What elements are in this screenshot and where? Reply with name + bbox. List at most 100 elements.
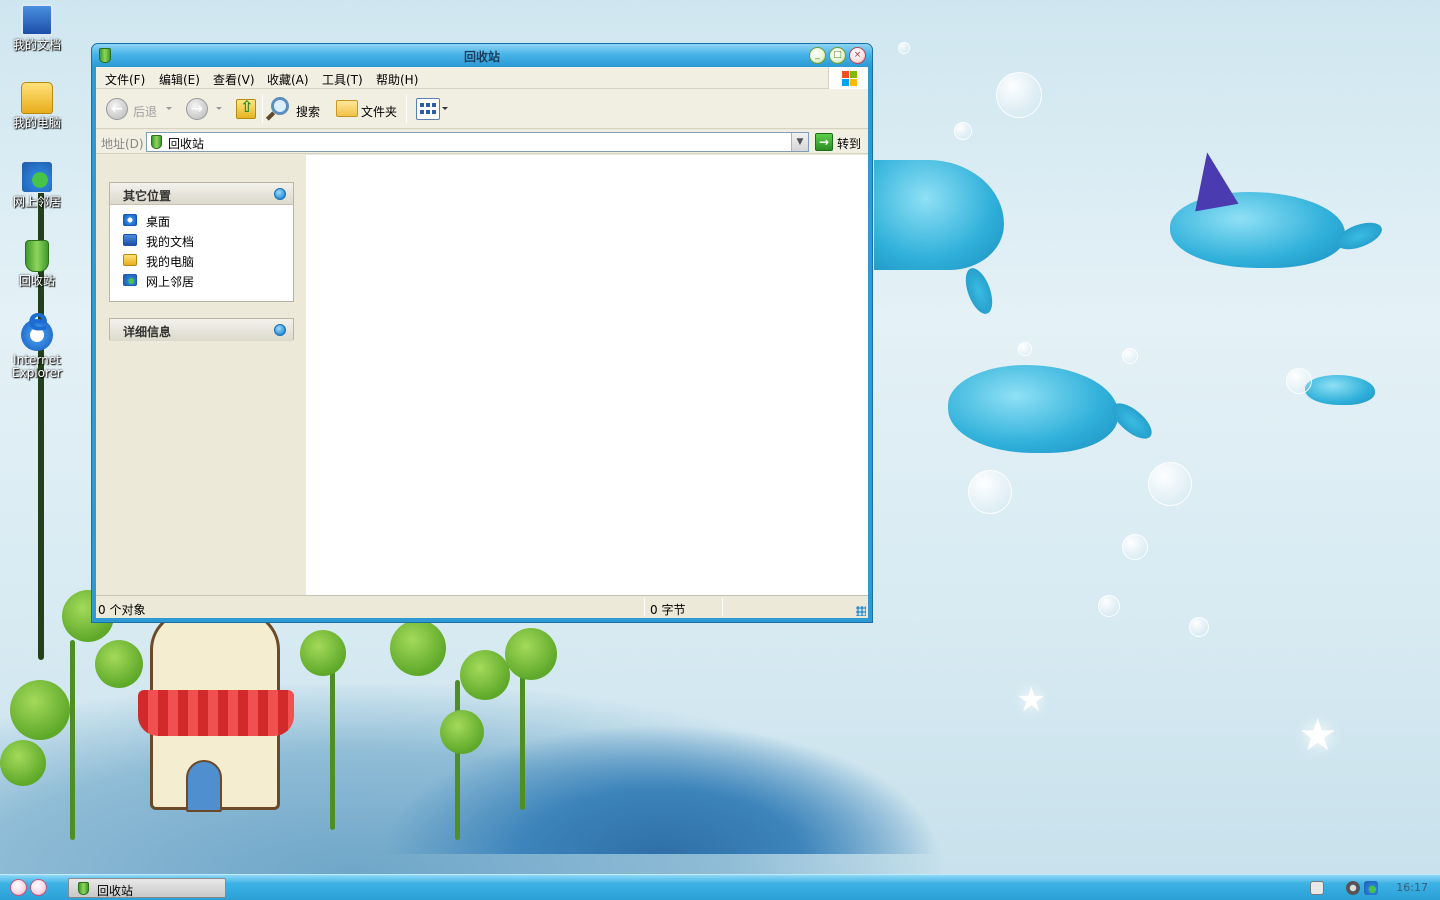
wallpaper-house-awning [138,690,294,736]
views-icon[interactable] [416,98,440,120]
folder-up-icon[interactable] [236,97,256,119]
forward-arrow-icon[interactable]: → [186,98,208,120]
taskbar: 回收站 16:17 [0,874,1440,900]
start-button[interactable] [8,879,50,897]
panel-title: 其它位置 [123,189,172,203]
wallpaper-stem [330,650,335,830]
wallpaper-clover [440,710,484,754]
back-dropdown-icon[interactable] [166,107,172,110]
wallpaper-bubble [1122,348,1138,364]
place-link-label: 我的电脑 [146,255,195,269]
window-client-area: 文件(F) 编辑(E) 查看(V) 收藏(A) 工具(T) 帮助(H) ← 后退… [96,67,868,618]
recycle-bin-icon [151,135,162,149]
views-dropdown-icon[interactable] [442,107,448,110]
collapse-icon[interactable] [274,188,286,200]
wallpaper-dolphin [1305,375,1375,405]
menu-edit[interactable]: 编辑(E) [159,71,200,88]
start-swirl-icon [30,879,47,896]
resize-grip-icon[interactable] [856,606,866,616]
wallpaper-clover [0,740,46,786]
desktop-icon-label: 我的文档 [12,38,61,52]
go-button-label[interactable]: 转到 [837,135,861,152]
place-link-label: 网上邻居 [146,275,195,289]
file-list-area[interactable] [306,155,868,595]
folders-icon[interactable] [336,100,358,117]
minimize-button[interactable]: _ [809,47,826,64]
status-bar: 0 个对象 0 字节 [96,595,868,618]
search-icon[interactable] [271,97,289,115]
back-arrow-icon[interactable]: ← [106,98,128,120]
desktop-icon-my-documents[interactable]: 我的文档 [4,4,70,52]
status-object-count: 0 个对象 [98,603,146,617]
desktop-icon-my-computer[interactable]: 我的电脑 [4,82,70,130]
computer-icon [123,254,137,266]
menu-help[interactable]: 帮助(H) [376,71,418,88]
details-header[interactable]: 详细信息 [110,319,293,341]
clock[interactable]: 16:17 [1396,881,1428,894]
address-bar: 地址(D) 回收站 ▼ → 转到 [96,130,868,154]
menu-tools[interactable]: 工具(T) [322,71,363,88]
address-label: 地址(D) [101,137,144,151]
toolbar-separator [262,95,263,123]
wallpaper-clover [390,620,446,676]
wallpaper-bubble [996,72,1042,118]
wallpaper-star: ★ [1016,680,1047,720]
menu-file[interactable]: 文件(F) [105,71,145,88]
speaker-icon[interactable] [1346,881,1360,895]
menu-bar: 文件(F) 编辑(E) 查看(V) 收藏(A) 工具(T) 帮助(H) [96,67,868,89]
place-link-desktop[interactable]: 桌面 [110,210,293,230]
status-divider [644,598,645,616]
place-link-label: 我的文档 [146,235,195,249]
place-link-network[interactable]: 网上邻居 [110,270,293,290]
title-bar[interactable]: 回收站 _ □ × [92,44,872,67]
desktop-icon-recycle-bin[interactable]: 回收站 [4,240,70,288]
recycle-bin-window: 回收站 _ □ × 文件(F) 编辑(E) 查看(V) 收藏(A) 工具(T) … [91,43,873,623]
menu-view[interactable]: 查看(V) [213,71,255,88]
taskbar-item-recycle-bin[interactable]: 回收站 [68,878,226,898]
address-input[interactable]: 回收站 ▼ [146,132,809,152]
task-pane: 其它位置 桌面 我的文档 我的电脑 网上邻居 详细信息 [96,155,306,595]
menu-favorites[interactable]: 收藏(A) [267,71,309,88]
wallpaper-bubble [898,42,910,54]
computer-icon [21,82,53,114]
internet-explorer-icon [21,314,53,351]
details-panel: 详细信息 [109,318,294,341]
place-link-my-documents[interactable]: 我的文档 [110,230,293,250]
wallpaper-house-door [186,760,222,812]
place-link-my-computer[interactable]: 我的电脑 [110,250,293,270]
go-arrow-icon[interactable]: → [815,133,833,151]
wallpaper-clover [300,630,346,676]
wallpaper-dolphin [874,160,1004,270]
wallpaper-stem [520,660,525,810]
window-title: 回收站 [463,50,500,64]
wallpaper-bubble [1122,534,1148,560]
chevron-down-icon[interactable]: ▼ [791,133,808,151]
wallpaper-bubble [1189,617,1209,637]
back-button-label[interactable]: 后退 [133,103,157,120]
close-button[interactable]: × [849,47,866,64]
network-status-icon[interactable] [1364,881,1378,895]
place-link-label: 桌面 [146,215,171,229]
recycle-bin-icon [78,882,89,895]
desktop-icon-network[interactable]: 网上邻居 [4,161,70,209]
wallpaper-bubble [968,470,1012,514]
network-icon [123,274,137,286]
maximize-button[interactable]: □ [829,47,846,64]
desktop-icon-label: 我的电脑 [12,116,61,130]
desktop-icon-internet-explorer[interactable]: Internet Explorer [4,314,70,380]
other-places-header[interactable]: 其它位置 [110,183,293,205]
forward-dropdown-icon[interactable] [216,107,222,110]
other-places-panel: 其它位置 桌面 我的文档 我的电脑 网上邻居 [109,182,294,302]
documents-icon [123,234,137,246]
wallpaper-clover [10,680,70,740]
desktop-icon [123,214,137,226]
folders-button-label[interactable]: 文件夹 [361,103,397,120]
keyboard-icon[interactable] [1310,881,1324,895]
address-value: 回收站 [168,137,205,151]
wallpaper-bubble [1286,368,1312,394]
wallpaper-stem [455,680,460,840]
expand-icon[interactable] [274,324,286,336]
search-button-label[interactable]: 搜索 [296,103,320,120]
recycle-bin-icon [25,240,49,272]
desktop-icon-label: Explorer [12,366,62,380]
